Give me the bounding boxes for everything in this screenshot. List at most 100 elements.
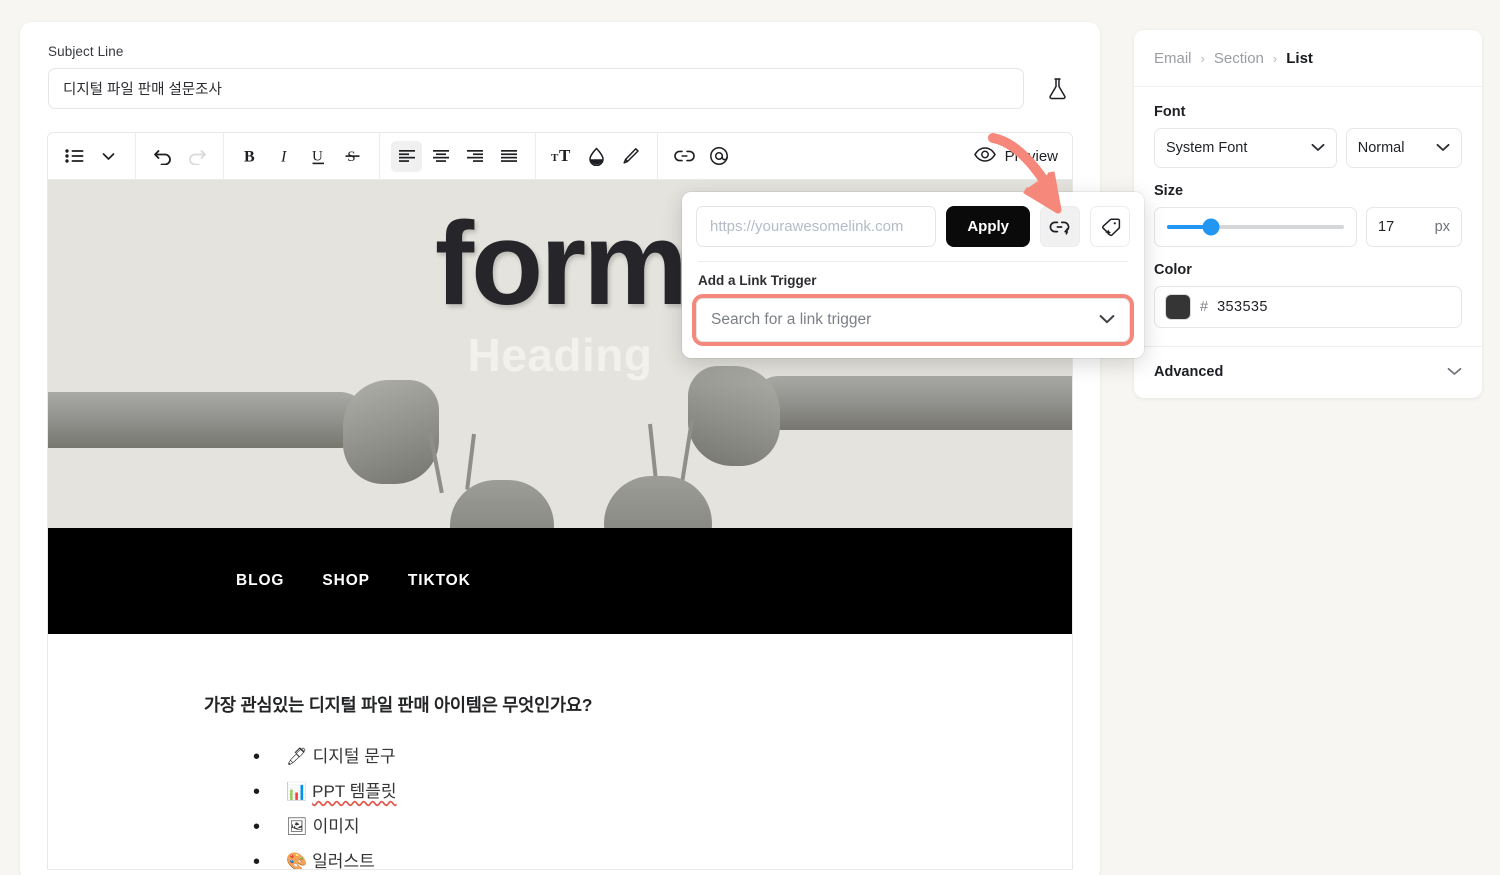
list-item[interactable]: 🎨일러스트 bbox=[253, 848, 1072, 870]
toolbar-group-insert bbox=[658, 133, 745, 179]
font-label: Font bbox=[1154, 104, 1186, 120]
chevron-down-icon bbox=[1436, 140, 1450, 156]
toolbar-group-format: B I U S bbox=[224, 133, 380, 179]
chevron-right-icon: › bbox=[1200, 51, 1205, 66]
question-heading[interactable]: 가장 관심있는 디지털 파일 판매 아이템은 무엇인가요? bbox=[48, 692, 1072, 717]
list-item[interactable]: 🖼이미지 bbox=[253, 813, 1072, 842]
underline-U-icon[interactable]: U bbox=[303, 141, 334, 172]
chevron-right-icon: › bbox=[1272, 51, 1278, 66]
font-row: System Font Normal bbox=[1154, 128, 1462, 168]
option-label: 일러스트 bbox=[312, 852, 375, 870]
tag-sparkle-icon[interactable] bbox=[1090, 206, 1130, 247]
color-swatch[interactable] bbox=[1165, 294, 1191, 320]
at-sign-icon[interactable] bbox=[703, 141, 734, 172]
svg-text:U: U bbox=[312, 148, 323, 164]
email-editor-card: Subject Line 디지털 파일 판매 설문조사 B I U S T T … bbox=[20, 22, 1100, 875]
option-list[interactable]: 🖊디지털 문구 📊PPT 템플릿 🖼이미지 🎨일러스트 bbox=[48, 743, 1072, 870]
option-label: PPT 템플릿 bbox=[312, 782, 397, 802]
chevron-down-icon[interactable] bbox=[1099, 311, 1115, 329]
text-size-icon[interactable]: T T bbox=[547, 141, 578, 172]
align-left-icon[interactable] bbox=[391, 140, 422, 172]
svg-text:T: T bbox=[551, 152, 559, 164]
toolbar-group-style: T T bbox=[536, 133, 658, 179]
nav-link-shop[interactable]: SHOP bbox=[322, 572, 370, 590]
font-size-slider[interactable] bbox=[1154, 207, 1357, 247]
link-trigger-search-input[interactable]: Search for a link trigger bbox=[692, 294, 1134, 346]
chevron-down-icon[interactable] bbox=[93, 141, 124, 172]
list-item[interactable]: 🖊디지털 문구 bbox=[253, 743, 1072, 772]
hero-hand-left bbox=[343, 380, 439, 484]
hero-strap-2 bbox=[465, 433, 476, 490]
color-hex-value[interactable]: 353535 bbox=[1217, 299, 1268, 315]
align-right-icon[interactable] bbox=[459, 141, 490, 172]
marker-pen-icon[interactable] bbox=[615, 141, 646, 172]
link-trigger-placeholder: Search for a link trigger bbox=[711, 311, 872, 328]
font-size-input[interactable]: 17 px bbox=[1366, 207, 1462, 247]
picture-emoji: 🖼 bbox=[286, 817, 308, 837]
font-family-value: System Font bbox=[1166, 140, 1248, 156]
link-popover: Apply Add a Link Trigger Search fo bbox=[682, 192, 1144, 358]
breadcrumb-item-section[interactable]: Section bbox=[1214, 50, 1264, 67]
chevron-down-icon bbox=[1311, 140, 1325, 156]
size-label: Size bbox=[1154, 183, 1184, 199]
size-row: 17 px bbox=[1154, 207, 1462, 247]
font-size-value: 17 bbox=[1378, 219, 1395, 235]
svg-text:S: S bbox=[347, 149, 355, 165]
italic-I-icon[interactable]: I bbox=[269, 141, 300, 172]
settings-panel: Email › Section › List Font System Font … bbox=[1134, 30, 1482, 398]
advanced-label: Advanced bbox=[1154, 364, 1224, 380]
popover-divider bbox=[698, 261, 1128, 262]
font-weight-select[interactable]: Normal bbox=[1345, 128, 1462, 168]
eye-icon bbox=[973, 146, 996, 166]
breadcrumb-item-email[interactable]: Email bbox=[1154, 50, 1192, 67]
preview-button[interactable]: Preview bbox=[973, 146, 1058, 166]
flask-icon[interactable] bbox=[1042, 72, 1072, 106]
redo-arrow-icon[interactable] bbox=[181, 141, 212, 172]
flask-icon-glyph bbox=[1048, 78, 1066, 100]
editor-toolbar: B I U S T T Preview bbox=[47, 132, 1073, 180]
subject-section: Subject Line 디지털 파일 판매 설문조사 bbox=[20, 22, 1100, 109]
hero-heading-overlay: Heading bbox=[467, 329, 653, 381]
droplet-icon[interactable] bbox=[581, 141, 612, 172]
align-justify-icon[interactable] bbox=[493, 141, 524, 172]
pen-emoji: 🖊 bbox=[286, 747, 308, 766]
palette-emoji: 🎨 bbox=[286, 852, 308, 870]
slider-track bbox=[1167, 218, 1344, 236]
subject-row: 디지털 파일 판매 설문조사 bbox=[48, 68, 1072, 109]
undo-arrow-icon[interactable] bbox=[147, 141, 178, 172]
hero-arm-left bbox=[48, 392, 368, 448]
toolbar-group-align bbox=[380, 133, 536, 179]
svg-text:I: I bbox=[280, 149, 287, 166]
font-family-select[interactable]: System Font bbox=[1154, 128, 1337, 168]
font-size-unit: px bbox=[1434, 219, 1450, 235]
link-url-row: Apply bbox=[696, 206, 1130, 247]
subject-label: Subject Line bbox=[48, 44, 124, 59]
hero-product-right bbox=[604, 476, 712, 528]
font-weight-value: Normal bbox=[1357, 140, 1405, 156]
slider-knob[interactable] bbox=[1202, 218, 1220, 236]
link-trigger-section-label: Add a Link Trigger bbox=[698, 273, 817, 288]
breadcrumb: Email › Section › List bbox=[1134, 30, 1482, 87]
link-url-input[interactable] bbox=[696, 206, 937, 247]
toolbar-group-list bbox=[48, 133, 136, 179]
hero-arm-right bbox=[752, 376, 1072, 430]
email-content-area: 가장 관심있는 디지털 파일 판매 아이템은 무엇인가요? 🖊디지털 문구 📊P… bbox=[48, 634, 1072, 870]
link-sparkle-icon[interactable] bbox=[1040, 206, 1080, 247]
settings-body: Font System Font Normal Size 17 px Color… bbox=[1134, 87, 1482, 328]
color-field[interactable]: # 353535 bbox=[1154, 286, 1462, 328]
hero-hand-right bbox=[688, 366, 780, 466]
subject-input[interactable]: 디지털 파일 판매 설문조사 bbox=[48, 68, 1024, 109]
apply-button[interactable]: Apply bbox=[946, 206, 1030, 247]
option-label: 이미지 bbox=[312, 817, 360, 837]
advanced-section-toggle[interactable]: Advanced bbox=[1134, 347, 1482, 398]
strikethrough-S-icon[interactable]: S bbox=[337, 141, 368, 172]
bullet-list-icon[interactable] bbox=[59, 141, 90, 172]
list-item[interactable]: 📊PPT 템플릿 bbox=[253, 778, 1072, 807]
nav-link-tiktok[interactable]: TIKTOK bbox=[408, 572, 471, 590]
link-icon[interactable] bbox=[669, 141, 700, 172]
bar-chart-emoji: 📊 bbox=[286, 782, 308, 802]
align-center-icon[interactable] bbox=[425, 141, 456, 172]
bold-B-icon[interactable]: B bbox=[235, 141, 266, 172]
nav-link-blog[interactable]: BLOG bbox=[236, 572, 284, 590]
preview-label: Preview bbox=[1004, 147, 1058, 165]
